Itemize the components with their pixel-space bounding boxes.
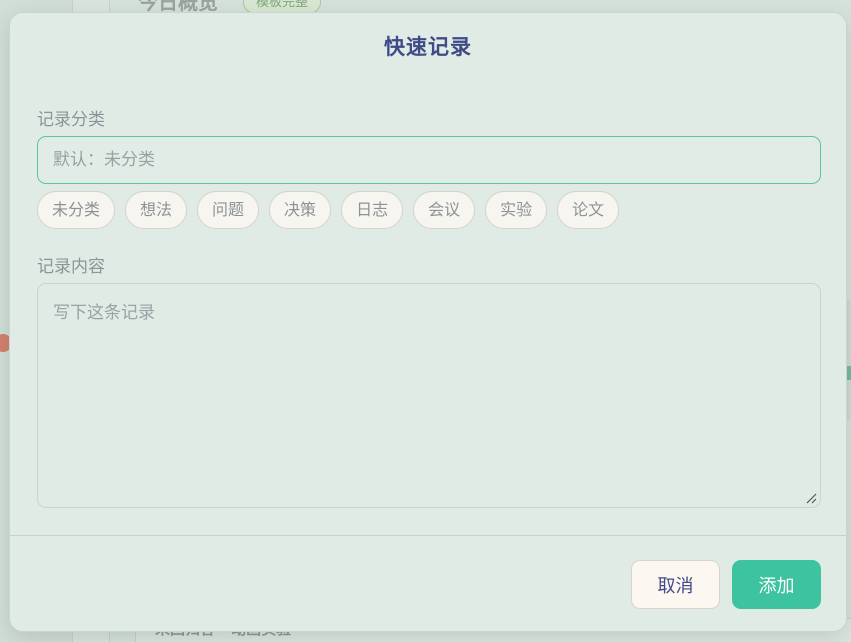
quick-record-dialog: 快速记录 记录分类 未分类 想法 问题 决策 日志 会议 实验 论文 记录内容 … bbox=[9, 12, 847, 632]
category-chip-meeting[interactable]: 会议 bbox=[413, 191, 476, 229]
resize-handle-icon[interactable] bbox=[805, 492, 817, 504]
add-button[interactable]: 添加 bbox=[732, 560, 821, 609]
category-chip-list: 未分类 想法 问题 决策 日志 会议 实验 论文 bbox=[37, 191, 620, 229]
category-chip-experiment[interactable]: 实验 bbox=[485, 191, 548, 229]
dialog-title: 快速记录 bbox=[384, 35, 472, 59]
cancel-button[interactable]: 取消 bbox=[631, 560, 720, 609]
content-label: 记录内容 bbox=[37, 257, 105, 277]
category-label: 记录分类 bbox=[37, 110, 105, 130]
category-chip-question[interactable]: 问题 bbox=[197, 191, 260, 229]
content-textarea[interactable] bbox=[37, 283, 821, 508]
category-chip-uncategorized[interactable]: 未分类 bbox=[37, 191, 116, 229]
footer-divider bbox=[10, 535, 846, 536]
category-chip-decision[interactable]: 决策 bbox=[269, 191, 332, 229]
category-chip-paper[interactable]: 论文 bbox=[557, 191, 620, 229]
background-scroll-marker bbox=[847, 366, 851, 380]
category-chip-log[interactable]: 日志 bbox=[341, 191, 404, 229]
category-input[interactable] bbox=[37, 136, 821, 184]
category-chip-idea[interactable]: 想法 bbox=[125, 191, 188, 229]
